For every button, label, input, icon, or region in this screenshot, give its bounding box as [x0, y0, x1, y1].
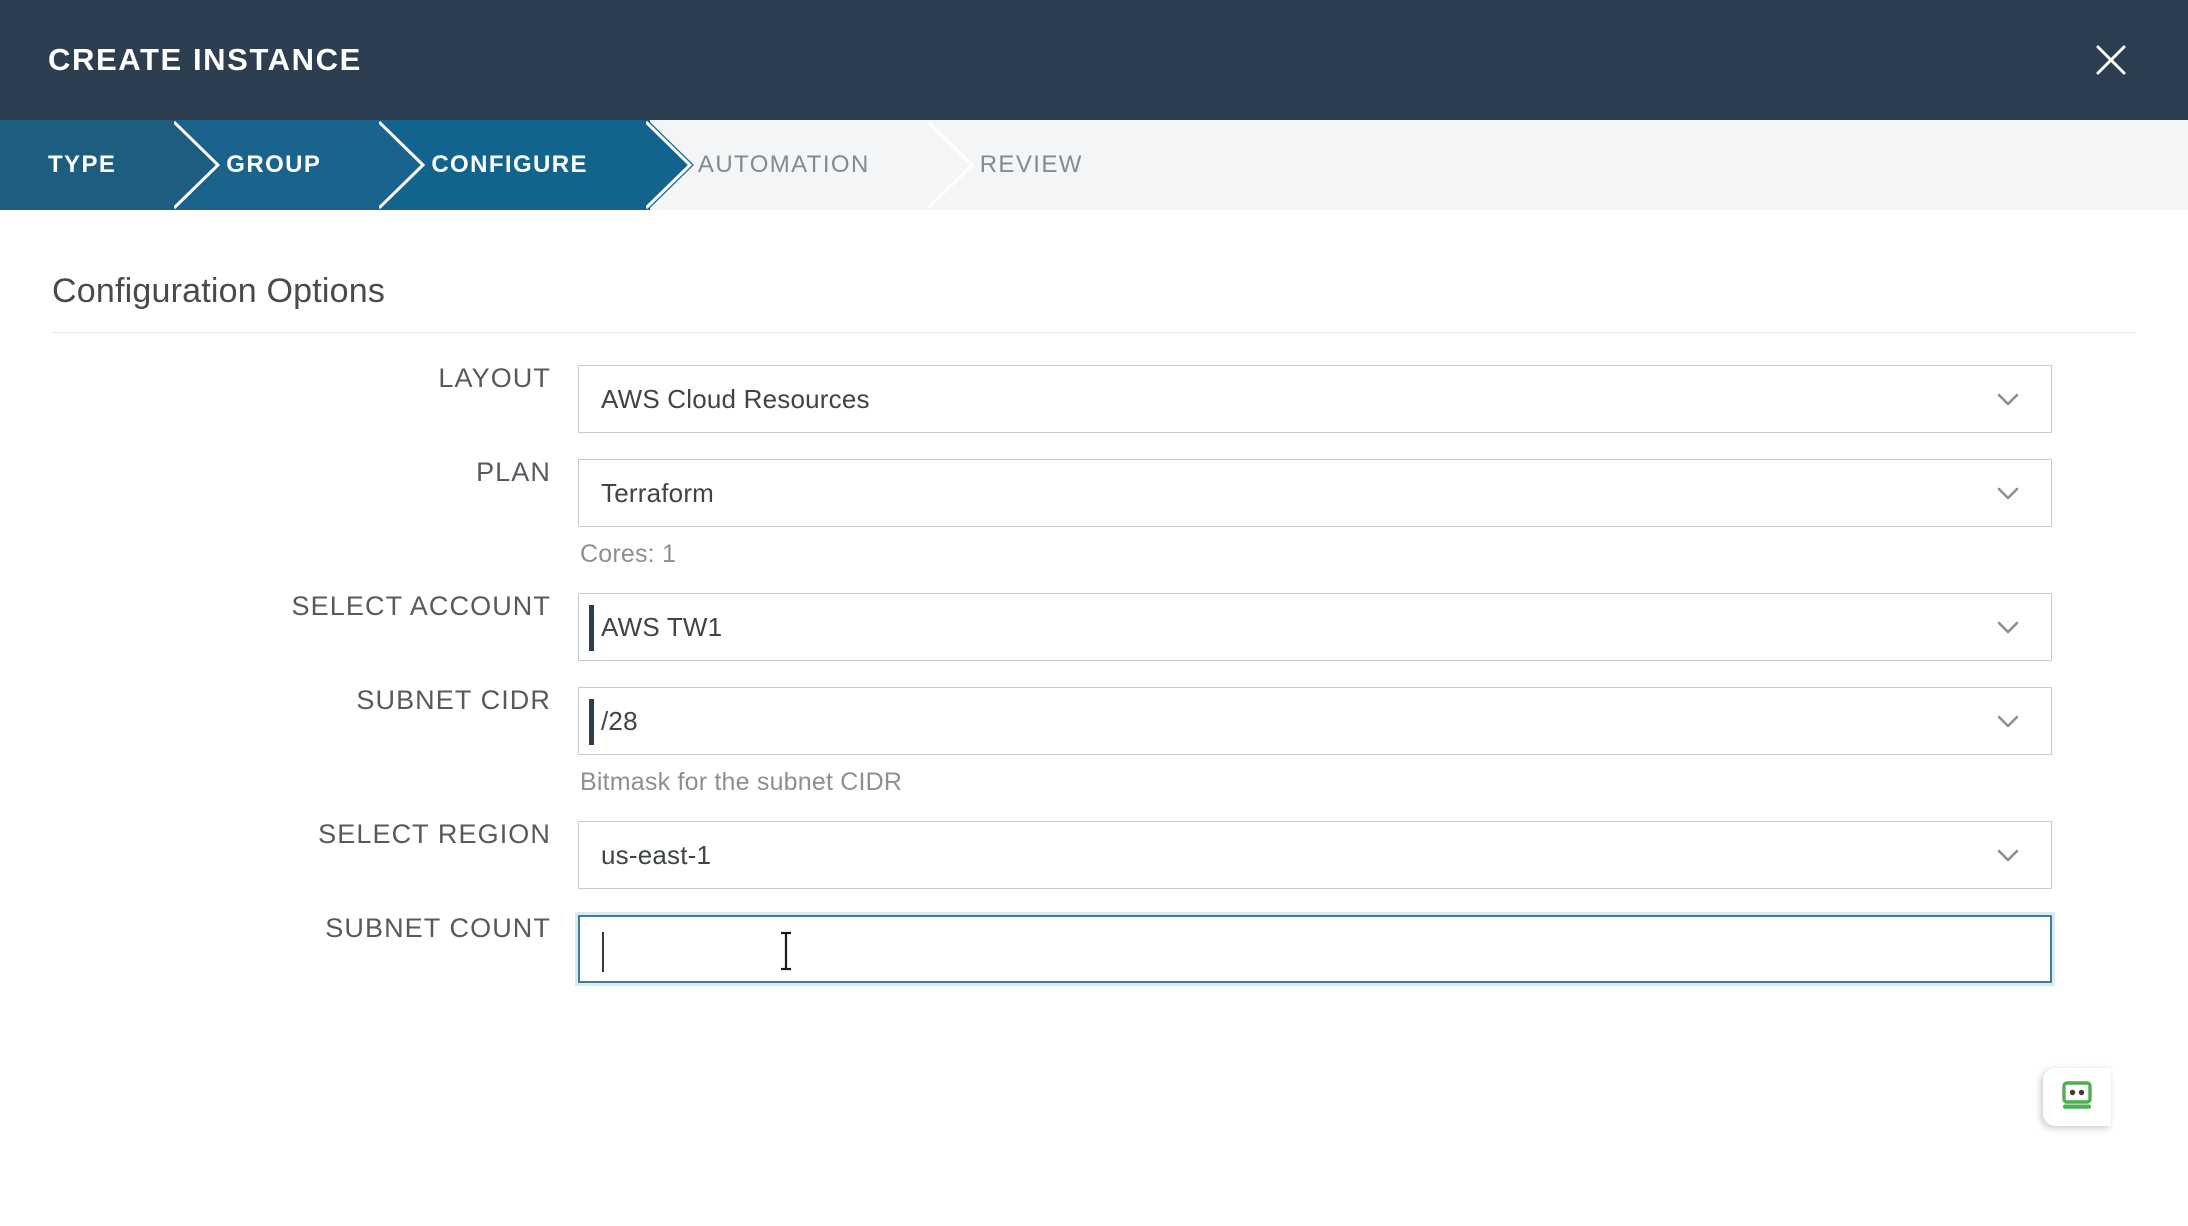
select-account-label: SELECT ACCOUNT	[291, 591, 551, 621]
modal-titlebar: CREATE INSTANCE	[0, 0, 2188, 120]
step-automation-label: AUTOMATION	[697, 151, 870, 178]
field-row-plan: PLAN Terraform Cores: 1	[0, 459, 2188, 569]
subnet-cidr-select[interactable]: /28	[578, 687, 2052, 755]
step-type[interactable]: TYPE	[0, 120, 221, 210]
chevron-down-icon	[1991, 610, 2025, 644]
text-caret	[602, 932, 604, 972]
select-account-control-wrap: AWS TW1	[578, 593, 2052, 661]
text-caret	[589, 605, 594, 651]
chevron-down-icon	[1991, 382, 2025, 416]
text-caret	[589, 699, 594, 745]
field-row-layout: LAYOUT AWS Cloud Resources	[0, 365, 2188, 433]
layout-select[interactable]: AWS Cloud Resources	[578, 365, 2052, 433]
wizard-stepper: TYPE GROUP CONFIGURE AUTOMATION REVIEW	[0, 120, 2188, 210]
modal-body: Configuration Options LAYOUT AWS Cloud R…	[0, 210, 2188, 1226]
plan-value: Terraform	[601, 477, 715, 508]
plan-label: PLAN	[476, 457, 551, 487]
close-icon	[2091, 40, 2131, 80]
subnet-cidr-value: /28	[601, 705, 638, 736]
plan-hint: Cores: 1	[580, 540, 677, 568]
select-account-select[interactable]: AWS TW1	[578, 593, 2052, 661]
step-configure-label: CONFIGURE	[431, 151, 588, 178]
chevron-down-icon	[1991, 704, 2025, 738]
select-region-control-wrap: us-east-1	[578, 821, 2052, 889]
select-region-label: SELECT REGION	[318, 819, 551, 849]
field-row-subnet-cidr: SUBNET CIDR /28 Bitmask for the subnet C…	[0, 687, 2188, 797]
field-row-select-region: SELECT REGION us-east-1	[0, 821, 2188, 889]
configuration-form: LAYOUT AWS Cloud Resources PLAN Terrafor…	[0, 365, 2188, 983]
subnet-cidr-label: SUBNET CIDR	[356, 685, 551, 715]
plan-select[interactable]: Terraform	[578, 459, 2052, 527]
field-row-subnet-count: SUBNET COUNT	[0, 915, 2188, 983]
field-row-select-account: SELECT ACCOUNT AWS TW1	[0, 593, 2188, 661]
select-region-value: us-east-1	[601, 839, 712, 870]
plan-control-wrap: Terraform Cores: 1	[578, 459, 2052, 569]
close-button[interactable]	[2078, 27, 2144, 93]
roboform-icon	[2057, 1075, 2097, 1120]
select-account-value: AWS TW1	[601, 611, 723, 642]
page-title: CREATE INSTANCE	[48, 42, 362, 77]
section-heading: Configuration Options	[52, 272, 386, 310]
subnet-cidr-control-wrap: /28 Bitmask for the subnet CIDR	[578, 687, 2052, 797]
create-instance-modal: CREATE INSTANCE TYPE GROUP CONFIGURE AUT…	[0, 0, 2188, 1226]
chevron-down-icon	[1991, 838, 2025, 872]
subnet-cidr-hint: Bitmask for the subnet CIDR	[580, 768, 903, 796]
step-type-label: TYPE	[48, 151, 117, 178]
roboform-widget-button[interactable]	[2043, 1068, 2111, 1126]
layout-control-wrap: AWS Cloud Resources	[578, 365, 2052, 433]
subnet-count-control-wrap	[578, 915, 2052, 983]
step-group-label: GROUP	[226, 151, 322, 178]
layout-value: AWS Cloud Resources	[601, 383, 870, 414]
select-region-select[interactable]: us-east-1	[578, 821, 2052, 889]
subnet-count-label: SUBNET COUNT	[325, 913, 551, 943]
layout-label: LAYOUT	[438, 363, 551, 393]
chevron-down-icon	[1991, 476, 2025, 510]
step-review-label: REVIEW	[979, 151, 1083, 178]
subnet-count-input[interactable]	[578, 915, 2052, 983]
section-divider	[52, 332, 2136, 333]
